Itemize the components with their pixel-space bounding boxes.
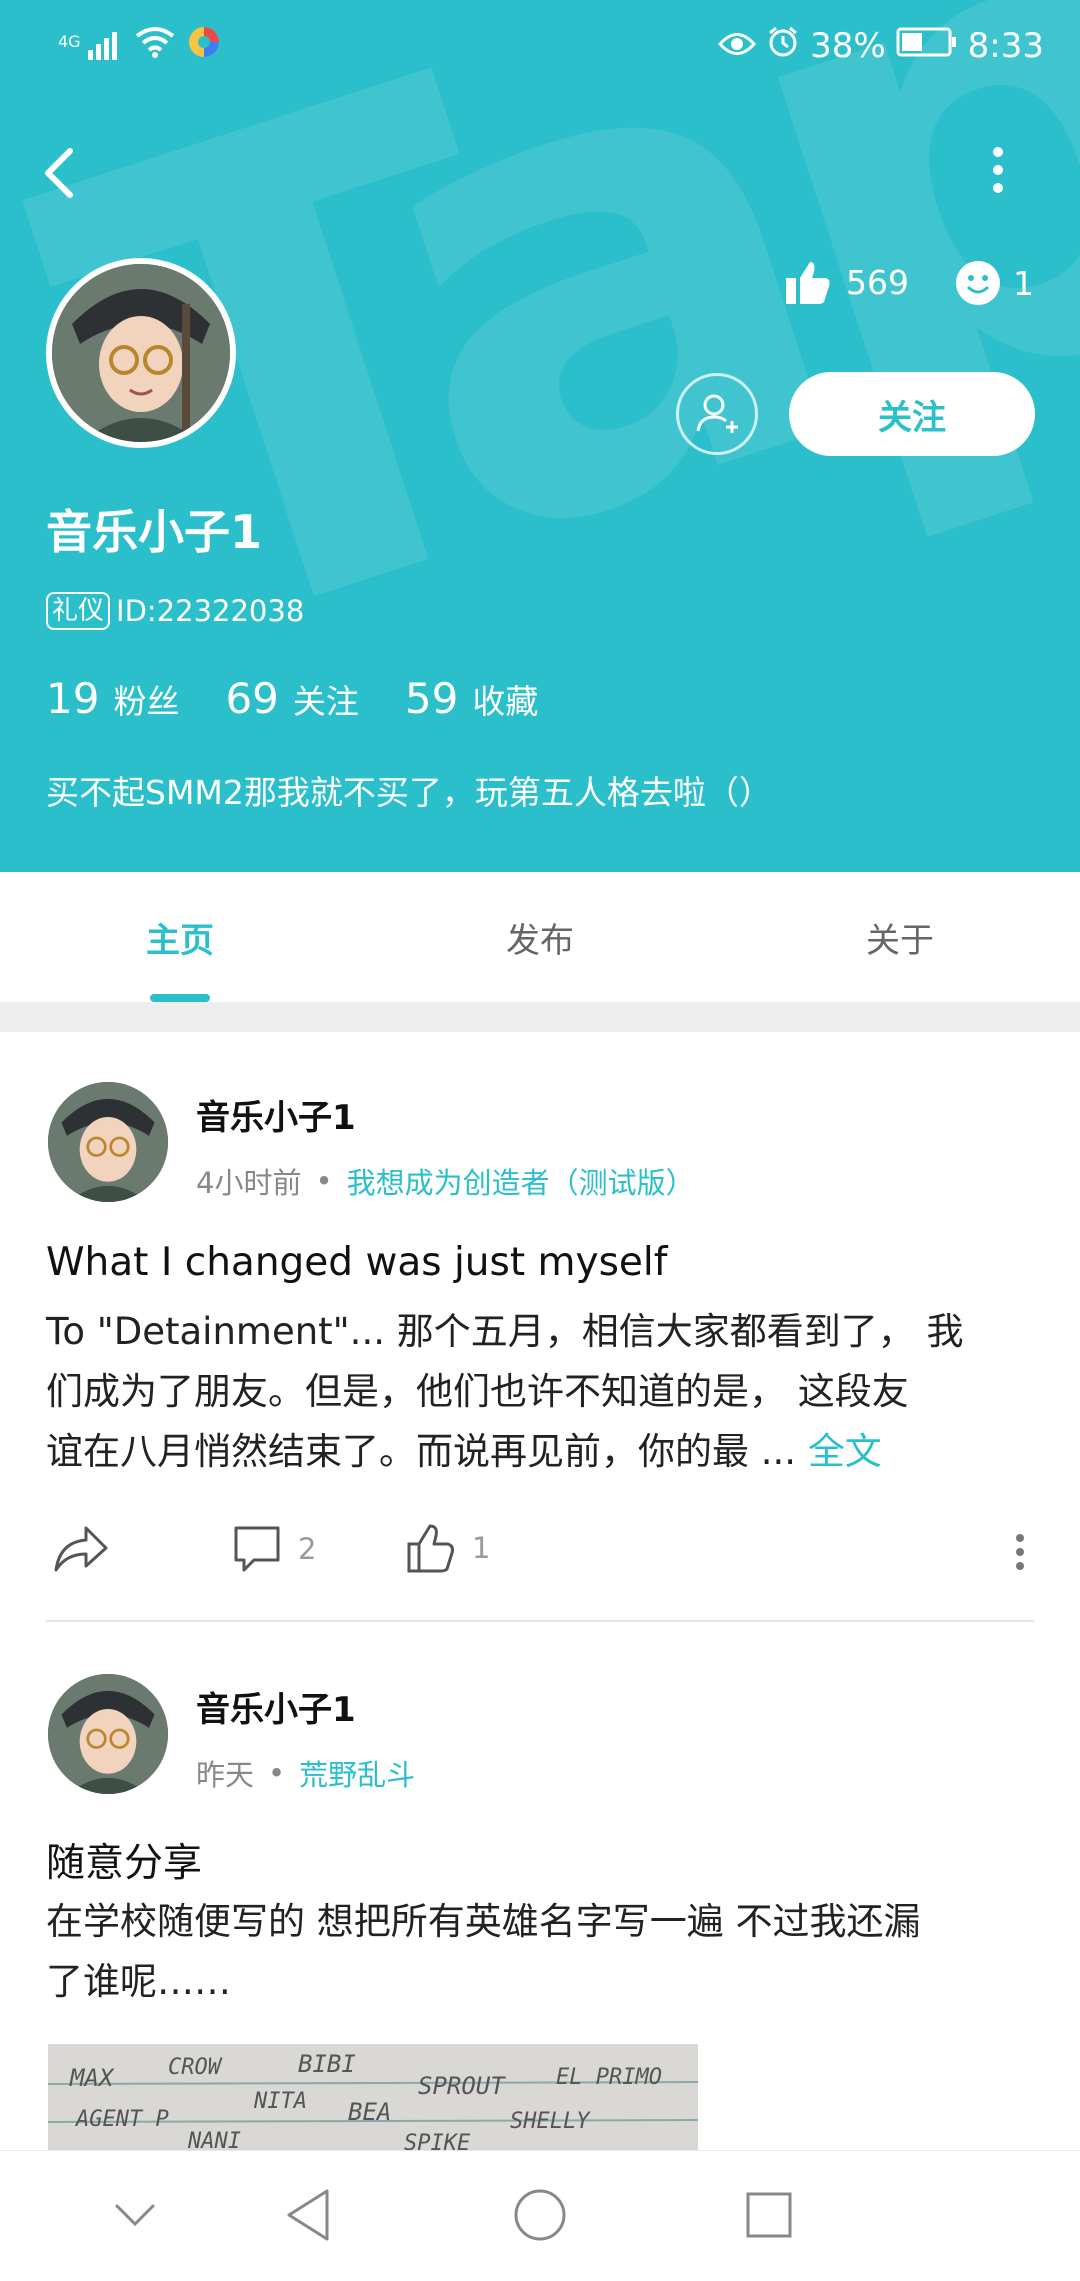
post-author-name[interactable]: 音乐小子1 [196, 1090, 356, 1139]
share-icon [54, 1526, 108, 1572]
nav-back-button[interactable] [268, 2175, 348, 2255]
image-word: MAX [69, 2064, 115, 2092]
post-meta: 昨天 • 荒野乱斗 [196, 1752, 415, 1794]
stat-favorites[interactable]: 59 收藏 [405, 674, 538, 723]
meta-dot: • [268, 1756, 286, 1790]
profile-header: TapTap 4G 38% 8:33 569 1 关注 音乐小子1 礼仪 ID:… [0, 0, 1080, 872]
post-author-avatar[interactable] [48, 1082, 168, 1202]
post-image[interactable]: MAX CROW BIBI SPROUT EL PRIMO AGENT P NI… [48, 2044, 698, 2150]
post-meta: 4小时前 • 我想成为创造者（测试版） [196, 1160, 695, 1202]
add-user-icon [696, 394, 738, 433]
app-notification-icon [187, 25, 221, 68]
avatar-image [48, 1674, 168, 1794]
avatar-image [52, 264, 230, 442]
post-time: 4小时前 [196, 1166, 302, 1200]
image-word: SPIKE [404, 2131, 471, 2150]
image-word: BIBI [298, 2050, 356, 2078]
comment-count: 2 [298, 1532, 317, 1566]
post-topic-link[interactable]: 荒野乱斗 [299, 1752, 415, 1794]
post-author-name[interactable]: 音乐小子1 [196, 1682, 356, 1731]
alarm-icon [766, 25, 800, 68]
comment-icon [234, 1526, 280, 1572]
clock: 8:33 [967, 26, 1044, 66]
etiquette-badge[interactable]: 礼仪 [46, 592, 111, 630]
circle-home-icon [514, 2189, 566, 2241]
image-word: CROW [168, 2055, 223, 2080]
profile-id-row: 礼仪 ID:22322038 [46, 592, 304, 630]
post-more-button[interactable] [1010, 1532, 1030, 1576]
tab-posts[interactable]: 发布 [360, 872, 720, 1002]
comment-button[interactable]: 2 [232, 1524, 316, 1574]
post-author-avatar[interactable] [48, 1674, 168, 1794]
image-word: NANI [187, 2129, 241, 2150]
smiles-stat: 1 [955, 260, 1034, 306]
nav-recents-button[interactable] [729, 2175, 809, 2255]
more-vertical-icon [1016, 1534, 1024, 1570]
status-bar-left: 4G [58, 18, 221, 74]
battery-icon [896, 26, 958, 66]
post-time: 昨天 [196, 1758, 255, 1792]
image-word: SHELLY [510, 2109, 591, 2134]
post-title[interactable]: What I changed was just myself [46, 1240, 667, 1285]
square-recents-icon [746, 2192, 792, 2238]
image-word: AGENT P [74, 2107, 169, 2132]
image-word: NITA [253, 2089, 307, 2114]
nav-collapse-button[interactable] [95, 2175, 175, 2255]
post-title[interactable]: 随意分享 [46, 1832, 202, 1888]
image-word: BEA [348, 2098, 391, 2126]
image-word: EL PRIMO [556, 2065, 662, 2090]
likes-stat: 569 [784, 258, 909, 306]
section-separator [0, 1002, 1080, 1032]
like-button[interactable]: 1 [406, 1522, 490, 1574]
signal-icon: 4G [58, 32, 117, 60]
read-more-link[interactable]: 全文 [808, 1430, 882, 1473]
profile-bio: 买不起SMM2那我就不买了，玩第五人格去啦（） [46, 773, 772, 812]
tab-home[interactable]: 主页 [0, 872, 360, 1002]
tab-about[interactable]: 关于 [720, 872, 1080, 1002]
back-arrow-icon [45, 148, 73, 198]
image-word: SPROUT [418, 2072, 506, 2100]
triangle-back-icon [287, 2189, 329, 2241]
like-count: 1 [472, 1531, 491, 1565]
post-body[interactable]: 在学校随便写的 想把所有英雄名字写一遍 不过我还漏 了谁呢…… [46, 1892, 1046, 2012]
post-body[interactable]: To "Detainment"... 那个五月，相信大家都看到了， 我 们成为了… [46, 1302, 1046, 1482]
meta-dot: • [315, 1164, 333, 1198]
active-tab-indicator [150, 994, 210, 1002]
thumbs-up-icon [786, 262, 830, 304]
back-button[interactable] [40, 145, 90, 205]
eye-icon [718, 26, 757, 66]
avatar-image [48, 1082, 168, 1202]
profile-id: ID:22322038 [116, 594, 305, 628]
nav-home-button[interactable] [500, 2175, 580, 2255]
profile-stats: 19 粉丝 69 关注 59 收藏 [46, 674, 538, 723]
post-topic-link[interactable]: 我想成为创造者（测试版） [347, 1160, 695, 1202]
chevron-down-icon [115, 2204, 155, 2227]
post-divider [46, 1620, 1034, 1622]
follow-button[interactable]: 关注 [789, 372, 1035, 456]
stat-following[interactable]: 69 关注 [225, 674, 358, 723]
more-vertical-icon [993, 147, 1003, 193]
status-bar-right: 38% 8:33 [718, 18, 1044, 74]
profile-avatar[interactable] [46, 258, 236, 448]
smile-icon [956, 261, 1000, 305]
stat-followers[interactable]: 19 粉丝 [46, 674, 179, 723]
thumbs-up-icon [407, 1524, 454, 1573]
handwritten-note-image: MAX CROW BIBI SPROUT EL PRIMO AGENT P NI… [48, 2050, 698, 2150]
add-friend-button[interactable] [676, 373, 758, 455]
profile-name: 音乐小子1 [46, 505, 263, 559]
more-options-button[interactable] [978, 146, 1018, 194]
wifi-icon [135, 26, 175, 67]
profile-tabs: 主页 发布 关于 [0, 872, 1080, 1002]
battery-level: 38% [810, 26, 886, 66]
share-button[interactable] [52, 1524, 110, 1574]
